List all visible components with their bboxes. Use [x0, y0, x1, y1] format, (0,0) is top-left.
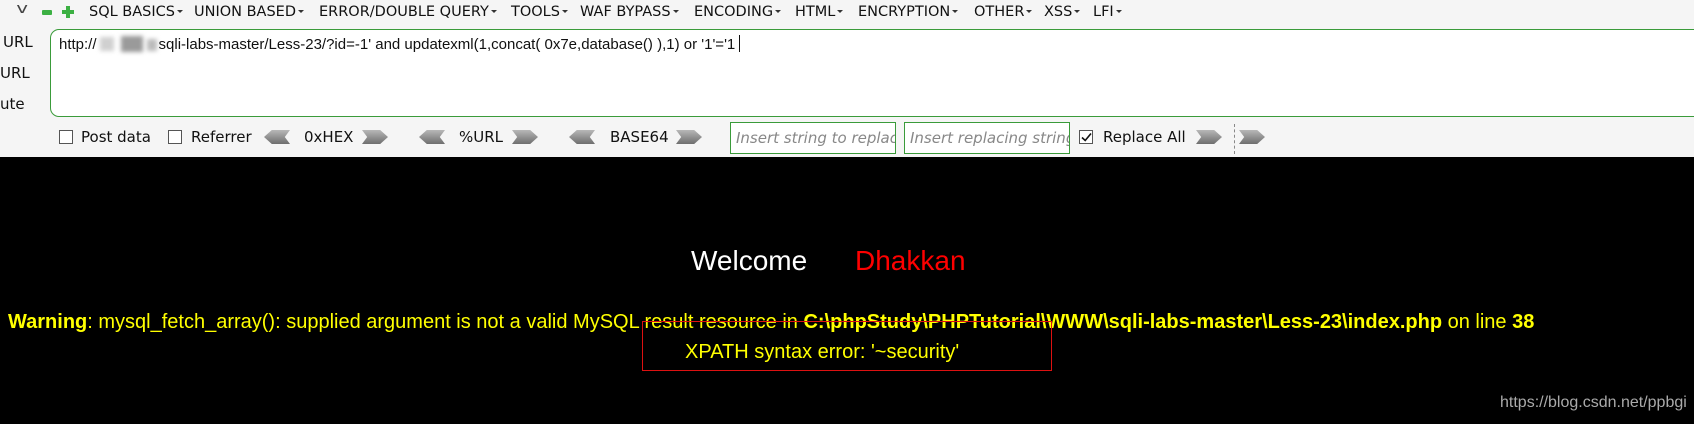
url-text: http:// sqli-labs-master/Less-23/?id=-1' …: [59, 35, 741, 53]
base64-decode-arrow-icon[interactable]: [569, 130, 595, 144]
replace-all-checkbox[interactable]: [1079, 130, 1093, 144]
replace-arrow-icon[interactable]: [1196, 130, 1222, 144]
base64-label: BASE64: [610, 128, 669, 146]
referrer-checkbox[interactable]: [168, 130, 182, 144]
expand-icon[interactable]: [62, 6, 74, 18]
replace-string-input[interactable]: Insert string to replace: [730, 122, 896, 154]
divider: [1234, 124, 1235, 154]
warning-label: Warning: [8, 311, 88, 333]
welcome-text: Welcome: [691, 245, 808, 276]
redacted-host-part: [146, 39, 157, 51]
redacted-host-part: [99, 37, 114, 51]
execute-label[interactable]: ute: [0, 95, 25, 113]
user-name: Dhakkan: [855, 245, 966, 276]
menu-tools[interactable]: TOOLS: [511, 4, 568, 20]
url-encoding-label: %URL: [459, 128, 504, 146]
replace-back-arrow-icon[interactable]: [1239, 130, 1265, 144]
menu-encryption[interactable]: ENCRYPTION: [858, 4, 958, 20]
watermark: https://blog.csdn.net/ppbgi: [1500, 394, 1687, 411]
url-encode-arrow-icon[interactable]: [512, 130, 538, 144]
redacted-host-part: [120, 36, 143, 52]
menu-html[interactable]: HTML: [795, 4, 843, 20]
load-url-label[interactable]: URL: [3, 33, 33, 51]
post-data-checkbox[interactable]: [59, 130, 73, 144]
options-row: Post data Referrer 0xHEX %URL BASE64 Ins…: [0, 122, 1694, 156]
url-prefix: http://: [59, 36, 97, 53]
menu-lfi[interactable]: LFI: [1093, 4, 1122, 20]
post-data-label[interactable]: Post data: [81, 128, 151, 146]
hex-decode-arrow-icon[interactable]: [264, 130, 290, 144]
menu-xss[interactable]: XSS: [1044, 4, 1080, 20]
checkmark-icon: [1081, 132, 1092, 142]
collapse-icon[interactable]: [42, 10, 52, 15]
referrer-label[interactable]: Referrer: [191, 128, 252, 146]
url-path: sqli-labs-master/Less-23/?id=-1' and upd…: [158, 36, 736, 53]
hex-label: 0xHEX: [304, 128, 354, 146]
menu-waf-bypass[interactable]: WAF BYPASS: [580, 4, 679, 20]
menu-other[interactable]: OTHER: [974, 4, 1032, 20]
base64-encode-arrow-icon[interactable]: [676, 130, 702, 144]
xpath-error-text: XPATH syntax error: '~security': [685, 341, 960, 363]
chevron-down-icon[interactable]: v: [16, 1, 28, 17]
replace-all-label[interactable]: Replace All: [1103, 128, 1186, 146]
url-textarea[interactable]: http:// sqli-labs-master/Less-23/?id=-1' …: [50, 29, 1694, 117]
hex-encode-arrow-icon[interactable]: [362, 130, 388, 144]
warning-line-number: 38: [1512, 311, 1535, 333]
url-decode-arrow-icon[interactable]: [419, 130, 445, 144]
split-url-label[interactable]: URL: [0, 64, 30, 82]
menu-bar: v SQL BASICS UNION BASED ERROR/DOUBLE QU…: [0, 0, 1694, 26]
menu-sql-basics[interactable]: SQL BASICS: [89, 4, 183, 20]
menu-union-based[interactable]: UNION BASED: [194, 4, 304, 20]
warning-on-line: on line: [1442, 311, 1513, 333]
replacing-string-input[interactable]: Insert replacing string: [904, 122, 1070, 154]
hackbar-toolbar: v SQL BASICS UNION BASED ERROR/DOUBLE QU…: [0, 0, 1694, 157]
menu-encoding[interactable]: ENCODING: [694, 4, 781, 20]
text-cursor: [739, 35, 741, 52]
menu-error-double-query[interactable]: ERROR/DOUBLE QUERY: [319, 4, 497, 20]
